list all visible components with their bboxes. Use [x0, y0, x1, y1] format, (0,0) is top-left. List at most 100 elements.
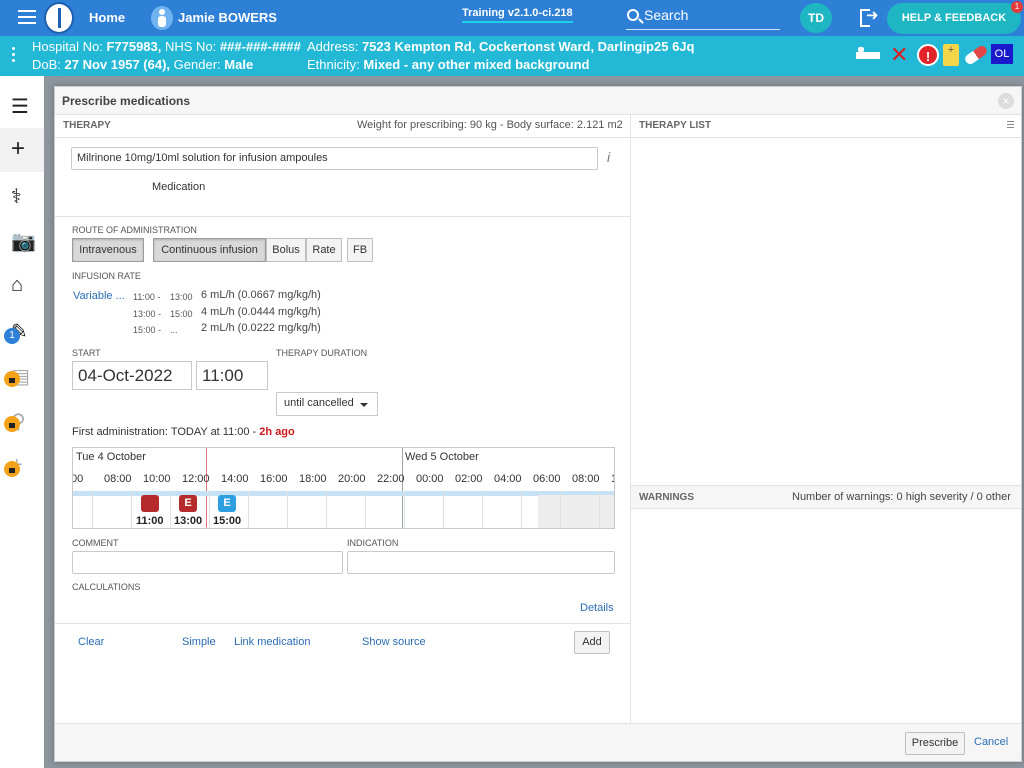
modal-header: Prescribe medications × [55, 87, 1021, 115]
timeline-hour: 14:00 [221, 473, 249, 485]
timeline-gridline [521, 491, 522, 528]
divider [631, 137, 1021, 138]
x-icon[interactable]: ✕ [890, 44, 912, 66]
timeline-day: Wed 5 October [405, 451, 479, 463]
warnings-count: Number of warnings: 0 high severity / 0 … [792, 491, 1011, 503]
nhs-label: NHS No: [165, 39, 217, 54]
medication-input[interactable]: Milrinone 10mg/10ml solution for infusio… [71, 147, 598, 170]
comment-label: COMMENT [72, 538, 119, 548]
route-label: ROUTE OF ADMINISTRATION [72, 225, 197, 235]
patient-banner: Hospital No: F775983, NHS No: ###-###-##… [0, 36, 1024, 76]
continuous-infusion-button[interactable]: Continuous infusion [153, 238, 266, 262]
hamburger-menu-icon[interactable] [18, 10, 36, 24]
variable-rate-link[interactable]: Variable ... [73, 290, 125, 302]
intravenous-button[interactable]: Intravenous [72, 238, 144, 262]
add-icon[interactable]: + [0, 128, 44, 172]
start-label: START [72, 348, 101, 358]
home-icon[interactable]: ⌂ [0, 263, 44, 307]
home-link[interactable]: Home [89, 10, 125, 25]
search-input[interactable]: Search [626, 4, 780, 30]
comment-field[interactable] [72, 551, 343, 574]
clipboard-icon[interactable]: + [943, 44, 959, 66]
documents-icon[interactable]: ▤ [0, 353, 44, 397]
app-logo[interactable] [44, 2, 74, 34]
dob-label: DoB: [32, 57, 61, 72]
warnings-bar: WARNINGS Number of warnings: 0 high seve… [631, 485, 1021, 509]
divider [55, 137, 631, 138]
modal-title: Prescribe medications [62, 94, 191, 108]
dose-marker[interactable]: E [218, 495, 236, 512]
info-icon[interactable]: i [607, 149, 610, 165]
list-icon[interactable]: ☰ [0, 83, 44, 127]
pill-icon[interactable] [963, 44, 989, 66]
close-icon[interactable]: × [998, 93, 1014, 109]
lock-icon [4, 371, 20, 387]
search-label: Search [644, 7, 689, 23]
prescribe-button[interactable]: Prescribe [905, 732, 965, 755]
tasks-icon[interactable]: ✎ 1 [0, 308, 44, 352]
details-link[interactable]: Details [580, 602, 614, 614]
timeline-gridline [131, 491, 132, 528]
rate-from: 13:00 - [133, 309, 162, 319]
timeline-hour: 00 [72, 473, 84, 485]
start-date-field[interactable]: 04-Oct-2022 [72, 361, 192, 390]
timeline-gridline [248, 491, 249, 528]
dob-gender-line: DoB: 27 Nov 1957 (64), Gender: Male [32, 57, 253, 72]
plus-locked-icon[interactable]: + [0, 443, 44, 487]
user-avatar[interactable]: TD [800, 3, 832, 33]
ethnicity-label: Ethnicity: [307, 57, 360, 72]
timeline-gridline [326, 491, 327, 528]
ethnicity-value: Mixed - any other mixed background [363, 57, 590, 72]
add-button[interactable]: Add [574, 631, 610, 654]
more-options-icon[interactable] [12, 47, 15, 65]
first-administration-text: First administration: TODAY at 11:00 - 2… [72, 426, 295, 438]
start-time-field[interactable]: 11:00 [196, 361, 268, 390]
administration-timeline[interactable]: Tue 4 October Wed 5 October 00 08:00 10:00… [72, 447, 615, 529]
gender-label: Gender: [173, 57, 221, 72]
logout-icon[interactable] [860, 6, 880, 27]
rate-button[interactable]: Rate [306, 238, 342, 262]
timeline-gridline [365, 491, 366, 528]
fb-button[interactable]: FB [347, 238, 373, 262]
simple-link[interactable]: Simple [182, 636, 216, 648]
rate-value: 2 mL/h (0.0222 mg/kg/h) [201, 322, 321, 334]
patient-name[interactable]: Jamie BOWERS [178, 10, 277, 25]
show-source-link[interactable]: Show source [362, 636, 426, 648]
rate-to: ... [170, 325, 178, 335]
timeline-gridline [599, 491, 600, 528]
divider [55, 623, 631, 624]
left-nav: ☰ + ⚕ 📷 ⌂ ✎ 1 ▤ ⚲ + [0, 76, 44, 768]
dose-time: 11:00 [136, 515, 164, 527]
timeline-hour: 04:00 [494, 473, 522, 485]
dose-marker[interactable] [141, 495, 159, 512]
therapy-duration-label: THERAPY DURATION [276, 348, 368, 358]
bed-icon[interactable] [856, 44, 880, 66]
weight-info: Weight for prescribing: 90 kg - Body sur… [357, 119, 623, 131]
stethoscope-icon[interactable]: ⚕ [0, 173, 44, 217]
list-menu-icon[interactable] [1007, 121, 1014, 130]
indication-field[interactable] [347, 551, 615, 574]
therapy-duration-select[interactable]: until cancelled [276, 392, 378, 416]
address-line: Address: 7523 Kempton Rd, Cockertonst Wa… [307, 39, 694, 54]
dose-time: 15:00 [213, 515, 242, 527]
timeline-gridline [404, 491, 405, 528]
activity-icon[interactable]: ⚲ [0, 398, 44, 442]
clear-link[interactable]: Clear [78, 636, 104, 648]
current-time-marker [206, 448, 207, 528]
hospital-label: Hospital No: [32, 39, 103, 54]
camera-icon[interactable]: 📷 [0, 218, 44, 262]
indication-label: INDICATION [347, 538, 399, 548]
cancel-link[interactable]: Cancel [974, 736, 1008, 748]
dose-marker[interactable]: E [179, 495, 197, 512]
medication-label: Medication [152, 181, 206, 193]
rate-from: 11:00 - [133, 292, 161, 302]
help-feedback-button[interactable]: HELP & FEEDBACK [887, 3, 1021, 34]
ol-icon[interactable]: OL [991, 44, 1013, 64]
ethnicity-line: Ethnicity: Mixed - any other mixed backg… [307, 57, 589, 72]
rate-to: 15:00 [170, 309, 193, 319]
link-medication-link[interactable]: Link medication [234, 636, 310, 648]
timeline-hour: 22:00 [377, 473, 405, 485]
alert-icon[interactable]: ! [917, 44, 939, 66]
bolus-button[interactable]: Bolus [266, 238, 306, 262]
therapy-header: THERAPY [63, 120, 111, 131]
